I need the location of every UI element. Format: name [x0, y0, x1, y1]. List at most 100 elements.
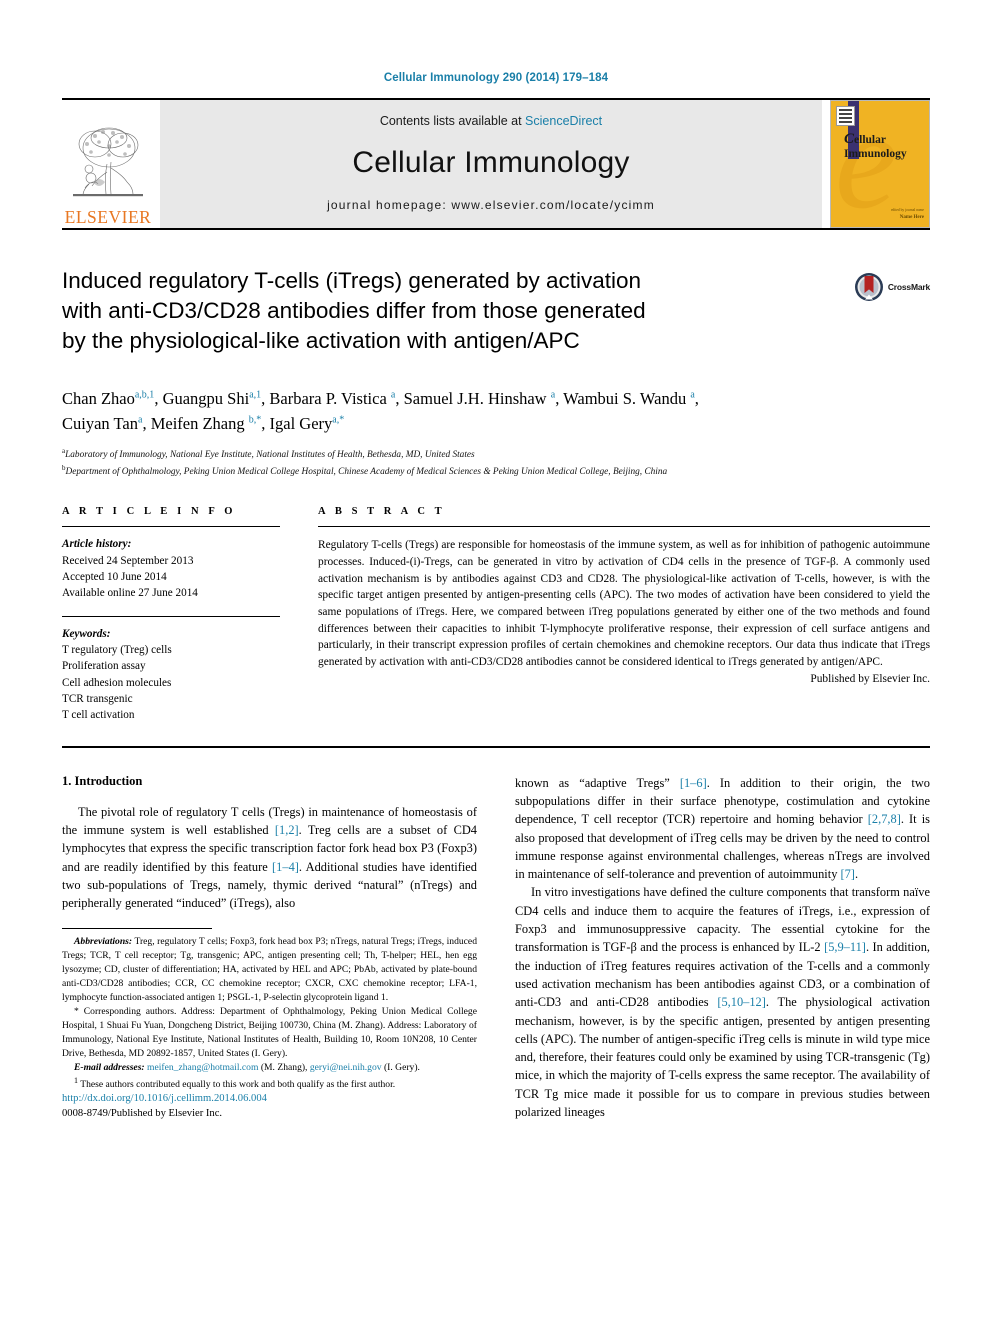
cover-footer: edited by journal name Name Here [891, 208, 924, 221]
crossmark-label: CrossMark [887, 282, 930, 292]
doi-link[interactable]: http://dx.doi.org/10.1016/j.cellimm.2014… [62, 1091, 267, 1106]
cover-title-line1: ellular [854, 134, 886, 146]
author-affiliation-marker[interactable]: a,1 [249, 390, 261, 401]
author-list: Chan Zhaoa,b,1, Guangpu Shia,1, Barbara … [62, 386, 930, 436]
body-columns: 1. Introduction The pivotal role of regu… [62, 774, 930, 1122]
footnotes: Abbreviations: Treg, regulatory T cells;… [62, 935, 477, 1091]
journal-masthead: ELSEVIER Contents lists available at Sci… [62, 98, 930, 228]
sciencedirect-link[interactable]: ScienceDirect [525, 114, 602, 128]
citation-1-2[interactable]: [1,2] [275, 823, 299, 837]
article-history-label: Article history: [62, 538, 132, 551]
paper-page: Cellular Immunology 290 (2014) 179–184 E… [0, 0, 992, 1323]
citation-2-7-8[interactable]: [2,7,8] [868, 812, 901, 826]
footnote-corresponding: * Corresponding authors. Address: Depart… [62, 1005, 477, 1061]
elsevier-tree-icon [73, 127, 143, 196]
masthead-center: Contents lists available at ScienceDirec… [160, 100, 822, 228]
author-name[interactable]: Chan Zhao [62, 389, 135, 408]
body-column-left: 1. Introduction The pivotal role of regu… [62, 774, 477, 1122]
section-heading-introduction: 1. Introduction [62, 773, 143, 788]
equal-contribution-text: These authors contributed equally to thi… [78, 1078, 396, 1090]
contents-available-line: Contents lists available at ScienceDirec… [380, 114, 602, 128]
author-affiliation-marker[interactable]: a [391, 390, 395, 401]
history-item-0: Received 24 September 2013 [62, 554, 194, 567]
affiliation-b: bDepartment of Ophthalmology, Peking Uni… [62, 463, 930, 480]
article-title-line-3: by the physiological-like activation wit… [62, 328, 580, 354]
keywords-group: Keywords: T regulatory (Treg) cells Prol… [62, 626, 280, 724]
crossmark-badge[interactable]: CrossMark [854, 272, 930, 302]
body-column-right: known as “adaptive Tregs” [1–6]. In addi… [515, 774, 930, 1122]
body-top-rule [62, 745, 930, 748]
elsevier-wordmark: ELSEVIER [64, 206, 152, 227]
email-2-owner: (I. Gery). [381, 1061, 420, 1073]
history-item-1: Accepted 10 June 2014 [62, 570, 167, 583]
intro-paragraph-left: The pivotal role of regulatory T cells (… [62, 803, 477, 913]
cover-initial: C [844, 131, 855, 147]
abstract-rule [318, 526, 930, 528]
cover-footer-bold: Name Here [899, 214, 924, 220]
intro-right-text-4: . [854, 867, 859, 882]
email-link-zhang[interactable]: meifen_zhang@hotmail.com [147, 1062, 258, 1073]
footnote-rule [62, 928, 212, 930]
email-1-owner: (M. Zhang), [258, 1061, 310, 1073]
cover-title-line2: Immunology [844, 147, 907, 160]
keyword-1: Proliferation assay [62, 660, 146, 673]
contents-prefix: Contents lists available at [379, 114, 526, 128]
article-info-rule [62, 526, 280, 528]
article-title-line-2: with anti-CD3/CD28 antibodies differ fro… [62, 298, 646, 324]
article-info-column: A R T I C L E I N F O Article history: R… [62, 506, 280, 723]
cover-footer-small: edited by journal name [890, 208, 924, 213]
issn-line: 0008-8749/Published by Elsevier Inc. [62, 1107, 223, 1119]
keywords-label: Keywords: [62, 627, 111, 640]
author-name[interactable]: Barbara P. Vistica [269, 389, 391, 408]
citation-1-4[interactable]: [1–4] [272, 860, 299, 874]
abstract-heading: A B S T R A C T [318, 506, 446, 518]
cover-publisher-mark [836, 106, 855, 126]
author-name[interactable]: Igal Gery [270, 414, 333, 433]
journal-homepage[interactable]: journal homepage: www.elsevier.com/locat… [327, 198, 655, 212]
author-affiliation-marker[interactable]: a,b,1 [135, 390, 154, 401]
author-name[interactable]: Cuiyan Tan [62, 414, 138, 433]
author-name[interactable]: Guangpu Shi [163, 389, 250, 408]
footnote-abbreviations: Abbreviations: Treg, regulatory T cells;… [62, 935, 477, 1005]
citation-1-6[interactable]: [1–6] [680, 776, 707, 790]
intro-right-text-1: known as “adaptive Tregs” [515, 775, 680, 790]
info-abstract-region: A R T I C L E I N F O Article history: R… [62, 506, 930, 723]
keyword-2: Cell adhesion molecules [62, 676, 172, 689]
crossmark-icon [854, 273, 883, 301]
author-affiliation-marker[interactable]: a [138, 415, 142, 426]
intro-paragraph-right-2: In vitro investigations have defined the… [515, 883, 930, 1121]
article-info-separator [62, 615, 280, 617]
intro-paragraph-right-1: known as “adaptive Tregs” [1–6]. In addi… [515, 774, 930, 884]
keyword-3: TCR transgenic [62, 692, 133, 705]
abbreviations-label: Abbreviations: [74, 936, 133, 948]
affiliation-a: aLaboratory of Immunology, National Eye … [62, 446, 930, 463]
affiliation-b-text: Department of Ophthalmology, Peking Unio… [65, 467, 668, 478]
author-affiliation-marker[interactable]: a [551, 390, 555, 401]
abstract-publisher-line: Published by Elsevier Inc. [810, 672, 930, 685]
running-head: Cellular Immunology 290 (2014) 179–184 [383, 72, 609, 84]
article-info-heading: A R T I C L E I N F O [62, 506, 237, 518]
affiliations: aLaboratory of Immunology, National Eye … [62, 446, 930, 480]
citation-5-9-11[interactable]: [5,9–11] [824, 940, 866, 954]
citation-5-10-12[interactable]: [5,10–12] [717, 995, 766, 1009]
email-link-gery[interactable]: geryi@nei.nih.gov [310, 1062, 382, 1073]
journal-cover-thumbnail: e Cellular Immunology edited by journal … [830, 100, 930, 228]
email-label: E-mail addresses: [74, 1061, 145, 1073]
abstract-text: Regulatory T-cells (Tregs) are responsib… [318, 539, 930, 669]
author-affiliation-marker[interactable]: a [690, 390, 694, 401]
authors-line-2: Cuiyan Tana, Meifen Zhang b,*, Igal Gery… [62, 414, 345, 434]
author-affiliation-marker[interactable]: b,* [249, 415, 262, 426]
author-name[interactable]: Wambui S. Wandu [563, 389, 690, 408]
author-affiliation-marker[interactable]: a,* [332, 415, 344, 426]
citation-7[interactable]: [7] [840, 867, 854, 881]
article-title: Induced regulatory T-cells (iTregs) gene… [62, 266, 762, 356]
footnote-emails: E-mail addresses: meifen_zhang@hotmail.c… [62, 1061, 477, 1075]
title-block: Induced regulatory T-cells (iTregs) gene… [62, 266, 930, 362]
author-name[interactable]: Samuel J.H. Hinshaw [404, 389, 551, 408]
corresponding-text: Corresponding authors. Address: Departme… [62, 1005, 477, 1059]
author-name[interactable]: Meifen Zhang [151, 414, 249, 433]
footnote-equal-contribution: 1 These authors contributed equally to t… [62, 1075, 477, 1092]
article-history-group: Article history: Received 24 September 2… [62, 536, 280, 601]
article-title-line-1: Induced regulatory T-cells (iTregs) gene… [62, 268, 642, 293]
history-item-2: Available online 27 June 2014 [62, 587, 198, 600]
